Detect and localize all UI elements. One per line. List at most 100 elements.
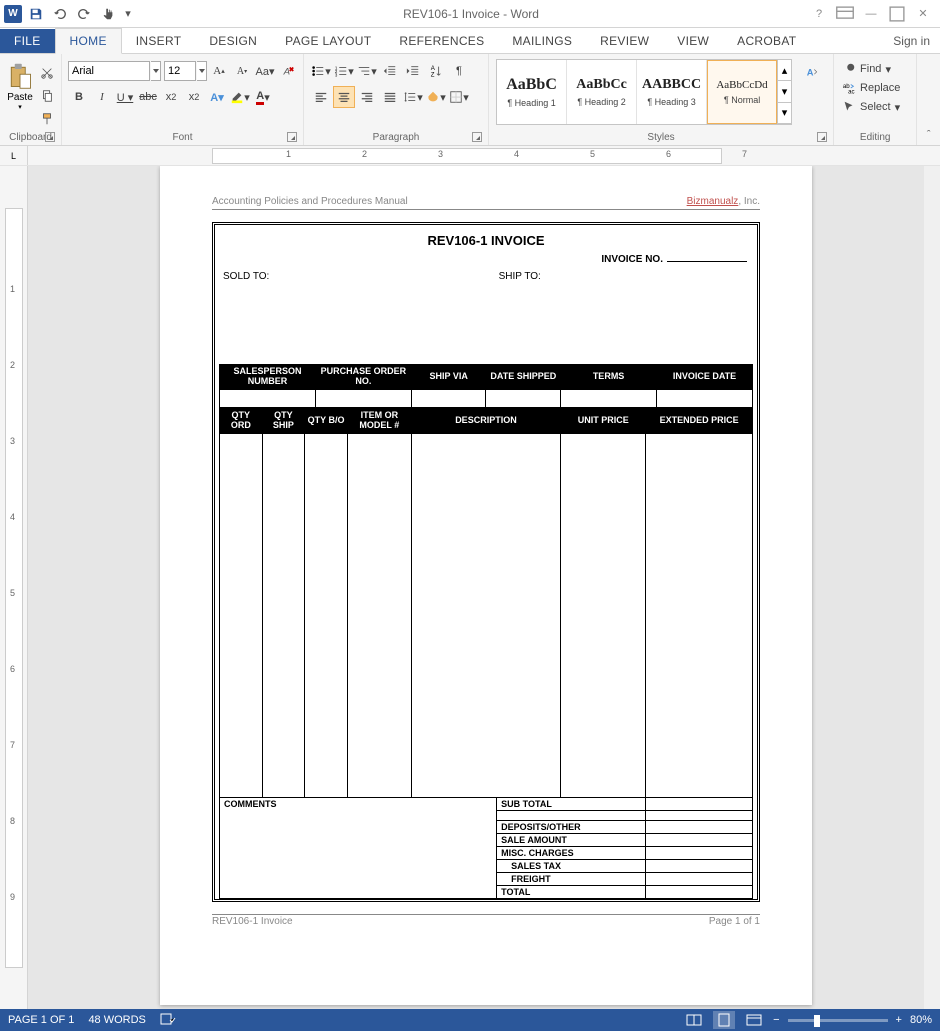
line-spacing-icon[interactable]: ▾	[402, 86, 424, 108]
tab-review[interactable]: REVIEW	[586, 29, 663, 53]
help-icon[interactable]: ?	[808, 4, 830, 24]
italic-button[interactable]: I	[91, 86, 113, 108]
increase-indent-icon[interactable]	[402, 60, 424, 82]
editing-group-label: Editing	[860, 132, 891, 143]
qat-touch-mode-icon[interactable]	[98, 4, 118, 24]
bullets-icon[interactable]: ▾	[310, 60, 332, 82]
zoom-in-button[interactable]: +	[896, 1014, 902, 1026]
page-footer: REV106-1 Invoice Page 1 of 1	[212, 914, 760, 927]
sort-icon[interactable]: AZ	[425, 60, 447, 82]
shading-icon[interactable]: ▾	[425, 86, 447, 108]
ribbon-options-icon[interactable]	[834, 4, 856, 24]
text-effects-icon[interactable]: A▾	[206, 86, 228, 108]
svg-text:ac: ac	[848, 88, 854, 95]
status-bar: PAGE 1 OF 1 48 WORDS − + 80%	[0, 1009, 940, 1031]
find-button[interactable]: Find ▾	[838, 60, 895, 78]
highlight-icon[interactable]: ▾	[229, 86, 251, 108]
style-normal[interactable]: AaBbCcDd¶ Normal	[707, 60, 777, 124]
maximize-icon[interactable]	[886, 4, 908, 24]
font-dialog-launcher[interactable]	[287, 132, 297, 142]
web-layout-icon[interactable]	[743, 1011, 765, 1029]
select-button[interactable]: Select ▾	[838, 98, 904, 116]
font-size-input[interactable]	[164, 61, 196, 81]
paste-button[interactable]: Paste ▾	[4, 60, 36, 113]
tab-file[interactable]: FILE	[0, 29, 55, 53]
format-painter-icon[interactable]	[36, 108, 58, 130]
tab-selector[interactable]: L	[0, 146, 28, 165]
multilevel-list-icon[interactable]: ▾	[356, 60, 378, 82]
align-center-icon[interactable]	[333, 86, 355, 108]
tab-home[interactable]: HOME	[55, 28, 122, 54]
window-title: REV106-1 Invoice - Word	[134, 7, 808, 21]
zoom-level[interactable]: 80%	[910, 1014, 932, 1026]
close-icon[interactable]: ✕	[912, 4, 934, 24]
qat-save-icon[interactable]	[26, 4, 46, 24]
print-layout-icon[interactable]	[713, 1011, 735, 1029]
read-mode-icon[interactable]	[683, 1011, 705, 1029]
strikethrough-button[interactable]: abc	[137, 86, 159, 108]
zoom-out-button[interactable]: −	[773, 1014, 779, 1026]
grow-font-icon[interactable]: A▴	[208, 60, 230, 82]
tab-view[interactable]: VIEW	[663, 29, 723, 53]
underline-button[interactable]: U ▾	[114, 86, 136, 108]
clipboard-dialog-launcher[interactable]	[45, 132, 55, 142]
replace-button[interactable]: abacReplace	[838, 79, 904, 97]
collapse-ribbon-icon[interactable]: ˆ	[917, 54, 940, 145]
paragraph-dialog-launcher[interactable]	[472, 132, 482, 142]
change-styles-icon[interactable]: A	[798, 59, 826, 87]
tab-insert[interactable]: INSERT	[122, 29, 196, 53]
qat-undo-icon[interactable]	[50, 4, 70, 24]
sold-to-label: SOLD TO:	[223, 271, 499, 282]
styles-expand[interactable]: ▾	[778, 103, 791, 124]
styles-dialog-launcher[interactable]	[817, 132, 827, 142]
align-right-icon[interactable]	[356, 86, 378, 108]
minimize-icon[interactable]: —	[860, 4, 882, 24]
ship-to-label: SHIP TO:	[499, 271, 541, 282]
vertical-ruler[interactable]: 1 2 3 4 5 6 7 8 9	[0, 166, 28, 1009]
page-header: Accounting Policies and Procedures Manua…	[212, 196, 760, 210]
tab-mailings[interactable]: MAILINGS	[498, 29, 586, 53]
styles-scroll-down[interactable]: ▾	[778, 81, 791, 102]
svg-text:3: 3	[335, 72, 338, 77]
spell-check-icon[interactable]	[160, 1012, 176, 1029]
horizontal-ruler[interactable]: L 1 2 3 4 5 6 7	[0, 146, 940, 166]
tab-design[interactable]: DESIGN	[195, 29, 271, 53]
numbering-icon[interactable]: 123▾	[333, 60, 355, 82]
tab-references[interactable]: REFERENCES	[385, 29, 498, 53]
qat-customize-icon[interactable]: ▾	[122, 4, 134, 24]
word-count[interactable]: 48 WORDS	[88, 1014, 145, 1026]
style-heading3[interactable]: AABBCC¶ Heading 3	[637, 60, 707, 124]
copy-icon[interactable]	[36, 85, 58, 107]
page-indicator[interactable]: PAGE 1 OF 1	[8, 1014, 74, 1026]
tab-page-layout[interactable]: PAGE LAYOUT	[271, 29, 385, 53]
change-case-icon[interactable]: Aa▾	[254, 60, 276, 82]
superscript-button[interactable]: x2	[183, 86, 205, 108]
qat-redo-icon[interactable]	[74, 4, 94, 24]
tab-acrobat[interactable]: ACROBAT	[723, 29, 810, 53]
styles-scroll-up[interactable]: ▴	[778, 60, 791, 81]
font-color-icon[interactable]: A▾	[252, 86, 274, 108]
font-name-dropdown[interactable]	[151, 61, 161, 81]
align-left-icon[interactable]	[310, 86, 332, 108]
styles-group-label: Styles	[647, 132, 674, 143]
sign-in-link[interactable]: Sign in	[883, 29, 940, 53]
show-marks-icon[interactable]: ¶	[448, 60, 470, 82]
style-heading2[interactable]: AaBbCc¶ Heading 2	[567, 60, 637, 124]
borders-icon[interactable]: ▾	[448, 86, 470, 108]
cut-icon[interactable]	[36, 62, 58, 84]
font-name-input[interactable]	[68, 61, 150, 81]
justify-icon[interactable]	[379, 86, 401, 108]
style-heading1[interactable]: AaBbC¶ Heading 1	[497, 60, 567, 124]
shrink-font-icon[interactable]: A▾	[231, 60, 253, 82]
subscript-button[interactable]: x2	[160, 86, 182, 108]
paste-label: Paste	[7, 92, 33, 103]
clear-formatting-icon[interactable]: A	[277, 60, 299, 82]
font-size-dropdown[interactable]	[197, 61, 207, 81]
bold-button[interactable]: B	[68, 86, 90, 108]
document-page[interactable]: Accounting Policies and Procedures Manua…	[160, 166, 812, 1005]
vertical-scrollbar[interactable]	[924, 166, 940, 1009]
svg-text:A: A	[807, 67, 814, 77]
zoom-slider[interactable]	[788, 1019, 888, 1022]
styles-gallery[interactable]: AaBbC¶ Heading 1 AaBbCc¶ Heading 2 AABBC…	[496, 59, 792, 125]
decrease-indent-icon[interactable]	[379, 60, 401, 82]
